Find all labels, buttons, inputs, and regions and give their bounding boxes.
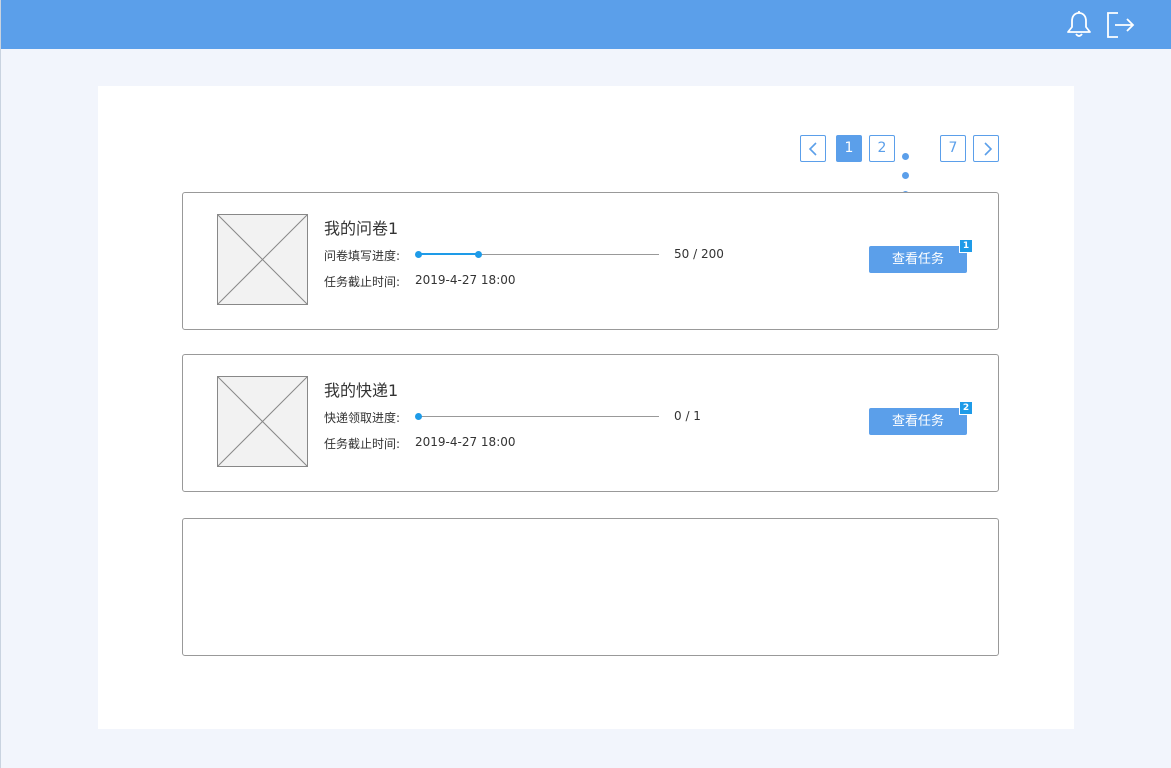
task-title: 我的问卷1 — [324, 219, 399, 238]
page-1-button[interactable]: 1 — [836, 135, 862, 162]
deadline-label: 任务截止时间: — [324, 275, 401, 289]
progress-fill — [418, 253, 478, 255]
window-edge — [0, 49, 1, 768]
next-page-button[interactable] — [973, 135, 999, 162]
task-card: 我的问卷1 问卷填写进度: 50 / 200 任务截止时间: 2019-4-27… — [182, 192, 999, 330]
progress-bar — [415, 413, 659, 420]
progress-count: 0 / 1 — [674, 409, 701, 423]
task-card: 我的快递1 快递领取进度: 0 / 1 任务截止时间: 2019-4-27 18… — [182, 354, 999, 492]
top-bar — [0, 0, 1171, 49]
task-title: 我的快递1 — [324, 381, 399, 400]
progress-start-knob — [415, 413, 422, 420]
progress-count: 50 / 200 — [674, 247, 724, 261]
deadline-value: 2019-4-27 18:00 — [415, 273, 516, 287]
empty-task-card — [182, 518, 999, 656]
view-task-button[interactable]: 查看任务 — [869, 408, 967, 435]
logout-icon[interactable] — [1105, 10, 1135, 40]
page-2-button[interactable]: 2 — [869, 135, 895, 162]
bell-icon[interactable] — [1065, 10, 1093, 40]
progress-label: 快递领取进度: — [324, 411, 401, 425]
page-7-button[interactable]: 7 — [940, 135, 966, 162]
prev-page-button[interactable] — [800, 135, 826, 162]
view-task-button[interactable]: 查看任务 — [869, 246, 967, 273]
notification-badge: 2 — [959, 401, 973, 415]
deadline-label: 任务截止时间: — [324, 437, 401, 451]
deadline-value: 2019-4-27 18:00 — [415, 435, 516, 449]
progress-label: 问卷填写进度: — [324, 249, 401, 263]
image-placeholder — [217, 376, 308, 467]
notification-badge: 1 — [959, 239, 973, 253]
progress-bar — [415, 251, 659, 258]
progress-start-knob — [415, 251, 422, 258]
image-placeholder — [217, 214, 308, 305]
chevron-right-icon — [984, 142, 993, 156]
chevron-left-icon — [808, 142, 817, 156]
progress-knob[interactable] — [475, 251, 482, 258]
